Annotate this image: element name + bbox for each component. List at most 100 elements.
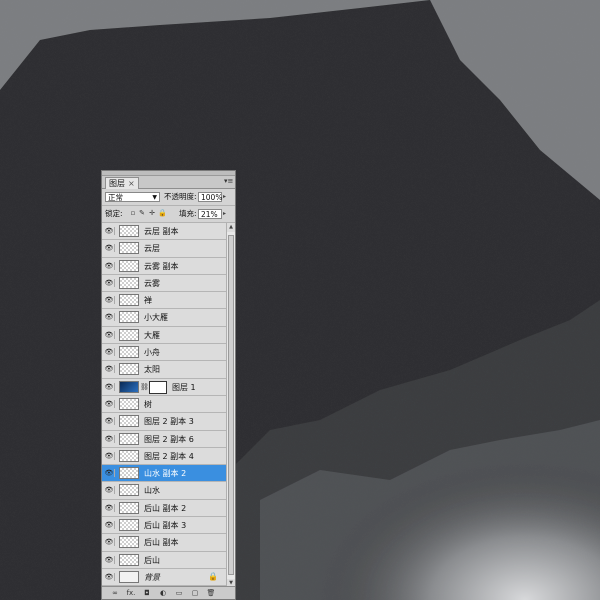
layer-thumbnail[interactable] (119, 225, 139, 237)
layer-row[interactable]: 👁 太阳 (102, 361, 226, 379)
layer-thumbnail[interactable] (119, 276, 139, 289)
layer-row[interactable]: 👁 树 (102, 395, 226, 414)
layer-row[interactable]: 👁 大雁 (102, 326, 226, 345)
tab-layers[interactable]: 图层 × (105, 177, 139, 189)
layer-thumbnail[interactable] (119, 328, 139, 341)
layer-thumbnail[interactable] (119, 449, 139, 462)
layer-row[interactable]: 👁 云层 (102, 240, 226, 258)
delete-layer-icon[interactable]: 🗑 (206, 588, 216, 598)
layer-name: 后山 副本 3 (144, 521, 187, 531)
link-layers-icon[interactable]: ∞ (110, 588, 120, 598)
layer-thumbnail[interactable] (119, 380, 139, 393)
layer-thumbnail[interactable] (119, 553, 139, 566)
layer-row[interactable]: 👁 ⛓ 图层 1 (102, 378, 226, 396)
layer-thumbnail[interactable] (119, 346, 139, 359)
visibility-eye-icon[interactable]: 👁 (104, 503, 115, 512)
layer-mask-thumbnail[interactable] (149, 380, 167, 394)
layer-row[interactable]: 👁 背景 🔒 (102, 568, 226, 587)
layer-name: 后山 副本 2 (144, 503, 187, 513)
layer-row[interactable]: 👁 禅 (102, 292, 226, 310)
layer-thumbnail[interactable] (119, 294, 139, 307)
visibility-eye-icon[interactable]: 👁 (104, 365, 115, 374)
layer-row[interactable]: 👁 后山 副本 2 (102, 499, 226, 518)
layer-thumbnail[interactable] (119, 242, 139, 255)
visibility-eye-icon[interactable]: 👁 (104, 469, 115, 478)
layer-thumbnail[interactable] (119, 363, 139, 376)
lock-all-icon[interactable]: 🔒 (158, 209, 167, 218)
tab-close-icon[interactable]: × (128, 179, 135, 188)
document-canvas[interactable] (0, 0, 600, 600)
visibility-eye-icon[interactable]: 👁 (104, 330, 115, 339)
layer-thumbnail[interactable] (119, 501, 139, 514)
visibility-eye-icon[interactable]: 👁 (104, 434, 115, 443)
visibility-eye-icon[interactable]: 👁 (104, 348, 115, 357)
layer-row[interactable]: 👁 图层 2 副本 6 (102, 430, 226, 448)
layer-row[interactable]: 👁 云层 副本 (102, 223, 226, 241)
visibility-eye-icon[interactable]: 👁 (104, 399, 115, 408)
layer-row[interactable]: 👁 图层 2 副本 3 (102, 413, 226, 431)
layer-row[interactable]: 👁 图层 2 副本 4 (102, 447, 226, 466)
opacity-slider-toggle[interactable]: ▸ (223, 193, 226, 200)
visibility-eye-icon[interactable]: 👁 (104, 296, 115, 305)
layer-name: 树 (144, 399, 152, 409)
opacity-input[interactable]: 100% (198, 192, 222, 202)
layer-list-scrollbar[interactable]: ▲ ▼ (226, 223, 235, 588)
visibility-eye-icon[interactable]: 👁 (104, 278, 115, 287)
new-layer-icon[interactable]: ▢ (190, 588, 200, 598)
layer-row[interactable]: 👁 后山 副本 (102, 534, 226, 552)
visibility-eye-icon[interactable]: 👁 (104, 538, 115, 547)
layer-thumbnail[interactable] (119, 311, 139, 324)
layer-list: 👁 云层 副本 👁 云层 👁 云雾 副本 👁 云雾 👁 禅 👁 小大雁 👁 大雁 👁 小舟 👁 太阳 👁 ⛓ 图层 1 👁… (102, 223, 226, 588)
layer-row[interactable]: 👁 山水 副本 2 (102, 465, 226, 483)
blend-opacity-row: 正常 ▼ 不透明度: 100% ▸ (102, 189, 235, 206)
layer-row[interactable]: 👁 山水 (102, 482, 226, 500)
lock-position-icon[interactable]: ✛ (148, 209, 156, 218)
layer-row[interactable]: 👁 后山 副本 3 (102, 517, 226, 535)
visibility-eye-icon[interactable]: 👁 (104, 451, 115, 460)
adjustment-layer-icon[interactable]: ◐ (158, 588, 168, 598)
lock-transparent-pixels-icon[interactable]: ▫ (129, 209, 137, 218)
panel-tab-row: 图层 × ▾≡ (102, 176, 235, 189)
layer-thumbnail[interactable] (119, 484, 139, 497)
layer-row[interactable]: 👁 云雾 (102, 274, 226, 293)
layer-row[interactable]: 👁 小舟 (102, 344, 226, 362)
visibility-eye-icon[interactable]: 👁 (104, 417, 115, 426)
layer-thumbnail[interactable] (119, 259, 139, 272)
layer-thumbnail[interactable] (119, 415, 139, 428)
scroll-up-arrow-icon[interactable]: ▲ (227, 223, 235, 232)
visibility-eye-icon[interactable]: 👁 (104, 521, 115, 530)
visibility-eye-icon[interactable]: 👁 (104, 244, 115, 253)
layer-row[interactable]: 👁 后山 (102, 551, 226, 569)
add-mask-icon[interactable]: ◘ (142, 588, 152, 598)
fill-input[interactable]: 21% (198, 209, 222, 219)
fx-icon[interactable]: fx. (126, 588, 136, 598)
new-group-icon[interactable]: ▭ (174, 588, 184, 598)
visibility-eye-icon[interactable]: 👁 (104, 382, 115, 391)
visibility-eye-icon[interactable]: 👁 (104, 555, 115, 564)
visibility-eye-icon[interactable]: 👁 (104, 572, 115, 581)
layer-thumbnail[interactable] (119, 536, 139, 549)
visibility-eye-icon[interactable]: 👁 (104, 227, 115, 235)
blend-mode-select[interactable]: 正常 ▼ (105, 192, 160, 202)
layer-name: 禅 (144, 296, 152, 306)
visibility-eye-icon[interactable]: 👁 (104, 486, 115, 495)
layer-thumbnail[interactable] (119, 467, 139, 480)
fill-slider-toggle[interactable]: ▸ (223, 210, 226, 217)
lock-image-pixels-icon[interactable]: ✎ (138, 209, 146, 218)
scroll-thumb[interactable] (228, 235, 234, 575)
layer-thumbnail[interactable] (119, 519, 139, 532)
layers-bottom-toolbar: ∞ fx. ◘ ◐ ▭ ▢ 🗑 (102, 586, 235, 599)
mask-link-chain-icon[interactable]: ⛓ (140, 382, 149, 392)
fill-label: 填充: (179, 209, 197, 218)
layer-name: 图层 2 副本 3 (144, 417, 194, 427)
visibility-eye-icon[interactable]: 👁 (104, 261, 115, 270)
layer-name: 图层 2 副本 6 (144, 434, 194, 444)
layer-thumbnail[interactable] (119, 432, 139, 445)
layer-row[interactable]: 👁 云雾 副本 (102, 257, 226, 275)
panel-menu-icon[interactable]: ▾≡ (224, 178, 233, 185)
visibility-eye-icon[interactable]: 👁 (104, 313, 115, 322)
layer-name: 后山 (144, 555, 160, 565)
layer-thumbnail[interactable] (119, 570, 139, 583)
layer-row[interactable]: 👁 小大雁 (102, 309, 226, 327)
layer-thumbnail[interactable] (119, 397, 139, 410)
